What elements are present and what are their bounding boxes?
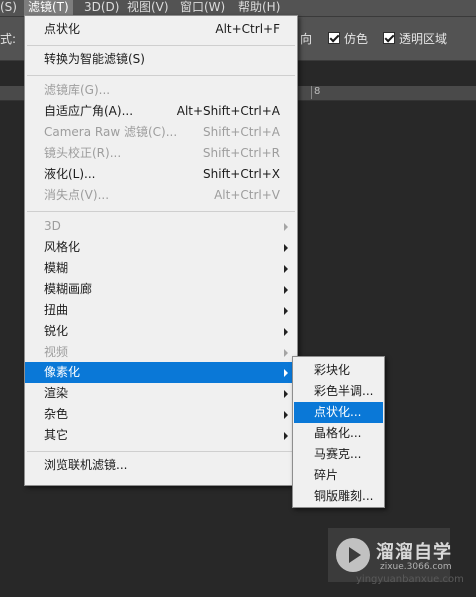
menubar-item-help[interactable]: 帮助(H) (238, 0, 280, 16)
submenu-arrow-icon (284, 244, 288, 252)
watermark-url-secondary: yingyuanbanxue.com (356, 574, 464, 585)
menu-item-other[interactable]: 其它 (25, 425, 297, 446)
submenu-item-label: 晶格化... (314, 426, 362, 440)
reverse-label: 向 (300, 32, 313, 46)
menu-item-shortcut: Alt+Shift+Ctrl+A (176, 104, 280, 118)
menubar-item-filter[interactable]: 滤镜(T) (24, 0, 73, 16)
menu-item-shortcut: Shift+Ctrl+A (203, 125, 280, 139)
menu-item-filter-gallery: 滤镜库(G)... (25, 80, 297, 101)
menu-item-last-filter[interactable]: 点状化 Alt+Ctrl+F (25, 19, 297, 40)
submenu-item-crystallize[interactable]: 晶格化... (294, 423, 383, 444)
menu-item-label: 3D (44, 219, 61, 233)
menu-item-noise[interactable]: 杂色 (25, 404, 297, 425)
menu-item-sharpen[interactable]: 锐化 (25, 321, 297, 342)
menu-item-shortcut: Alt+Ctrl+F (215, 22, 280, 36)
menu-item-label: 像素化 (44, 365, 81, 379)
transparency-label: 透明区域 (399, 32, 448, 46)
menu-item-convert-smart-filter[interactable]: 转换为智能滤镜(S) (25, 49, 297, 70)
submenu-item-pointillize[interactable]: 点状化... (294, 402, 383, 423)
watermark-url: zixue.3066.com (380, 562, 452, 572)
menu-item-label: 滤镜库(G)... (44, 83, 111, 97)
menu-item-liquify[interactable]: 液化(L)... Shift+Ctrl+X (25, 164, 297, 185)
menubar-item-window[interactable]: 窗口(W) (180, 0, 225, 16)
menu-item-label: 自适应广角(A)... (44, 104, 134, 118)
menu-separator (27, 45, 295, 46)
menu-item-pixelate[interactable]: 像素化 (25, 362, 297, 383)
menu-separator (27, 451, 295, 452)
menu-item-blur[interactable]: 模糊 (25, 258, 297, 279)
submenu-item-mezzotint[interactable]: 铜版雕刻... (294, 486, 383, 507)
submenu-arrow-icon (284, 328, 288, 336)
menu-item-label: 视频 (44, 345, 69, 359)
menu-item-render[interactable]: 渲染 (25, 383, 297, 404)
menu-item-stylize[interactable]: 风格化 (25, 237, 297, 258)
menu-item-label: 浏览联机滤镜... (44, 458, 128, 472)
mode-label: 式: (0, 32, 17, 46)
menu-item-camera-raw: Camera Raw 滤镜(C)... Shift+Ctrl+A (25, 122, 297, 143)
menu-item-label: 扭曲 (44, 303, 69, 317)
transparency-checkbox[interactable] (383, 32, 395, 44)
menu-item-label: 渲染 (44, 386, 69, 400)
submenu-item-fragment[interactable]: 碎片 (294, 465, 383, 486)
menu-separator (27, 211, 295, 212)
submenu-item-facet[interactable]: 彩块化 (294, 360, 383, 381)
menu-item-label: 消失点(V)... (44, 188, 110, 202)
ruler-label: 8 (314, 86, 321, 97)
menu-item-label: 杂色 (44, 407, 69, 421)
menu-item-label: 风格化 (44, 240, 81, 254)
submenu-item-mosaic[interactable]: 马赛克... (294, 444, 383, 465)
menu-item-browse-online-filters[interactable]: 浏览联机滤镜... (25, 455, 297, 476)
submenu-item-label: 点状化... (314, 405, 362, 419)
menubar-item-view[interactable]: 视图(V) (127, 0, 169, 16)
menu-item-label: 其它 (44, 428, 69, 442)
pixelate-submenu: 彩块化 彩色半调... 点状化... 晶格化... 马赛克... 碎片 铜版雕刻… (292, 356, 385, 508)
submenu-item-label: 碎片 (314, 468, 339, 482)
watermark-title: 溜溜自学 (376, 542, 452, 563)
menu-item-vanishing-point: 消失点(V)... Alt+Ctrl+V (25, 185, 297, 206)
ruler-tick (311, 86, 312, 99)
menu-separator (27, 75, 295, 76)
menu-item-lens-correction: 镜头校正(R)... Shift+Ctrl+R (25, 143, 297, 164)
menubar-item-3d[interactable]: 3D(D) (84, 0, 119, 16)
menu-item-label: 点状化 (44, 22, 81, 36)
submenu-arrow-icon (284, 223, 288, 231)
menubar-item-select[interactable]: (S) (0, 0, 17, 16)
submenu-arrow-icon (284, 390, 288, 398)
menu-item-video: 视频 (25, 342, 297, 363)
play-logo-icon (336, 538, 370, 572)
submenu-arrow-icon (284, 369, 288, 377)
submenu-item-color-halftone[interactable]: 彩色半调... (294, 381, 383, 402)
submenu-arrow-icon (284, 307, 288, 315)
submenu-item-label: 马赛克... (314, 447, 362, 461)
menu-item-shortcut: Shift+Ctrl+R (202, 146, 280, 160)
menu-item-distort[interactable]: 扭曲 (25, 300, 297, 321)
menu-item-adaptive-wide-angle[interactable]: 自适应广角(A)... Alt+Shift+Ctrl+A (25, 101, 297, 122)
menu-item-label: 镜头校正(R)... (44, 146, 122, 160)
submenu-arrow-icon (284, 265, 288, 273)
dither-label: 仿色 (344, 32, 369, 46)
menu-item-label: 锐化 (44, 324, 69, 338)
submenu-arrow-icon (284, 432, 288, 440)
submenu-arrow-icon (284, 349, 288, 357)
menu-item-label: Camera Raw 滤镜(C)... (44, 125, 178, 139)
submenu-arrow-icon (284, 411, 288, 419)
menu-item-label: 转换为智能滤镜(S) (44, 52, 145, 66)
menu-item-label: 模糊 (44, 261, 69, 275)
submenu-item-label: 彩色半调... (314, 384, 374, 398)
menu-item-3d: 3D (25, 216, 297, 237)
submenu-arrow-icon (284, 286, 288, 294)
menu-item-label: 液化(L)... (44, 167, 96, 181)
submenu-item-label: 铜版雕刻... (314, 489, 374, 503)
filter-menu: 点状化 Alt+Ctrl+F 转换为智能滤镜(S) 滤镜库(G)... 自适应广… (24, 15, 298, 486)
submenu-item-label: 彩块化 (314, 363, 351, 377)
menu-item-shortcut: Alt+Ctrl+V (214, 188, 280, 202)
dither-checkbox[interactable] (328, 32, 340, 44)
menu-item-shortcut: Shift+Ctrl+X (203, 167, 280, 181)
menu-item-label: 模糊画廊 (44, 282, 93, 296)
menu-item-blur-gallery[interactable]: 模糊画廊 (25, 279, 297, 300)
